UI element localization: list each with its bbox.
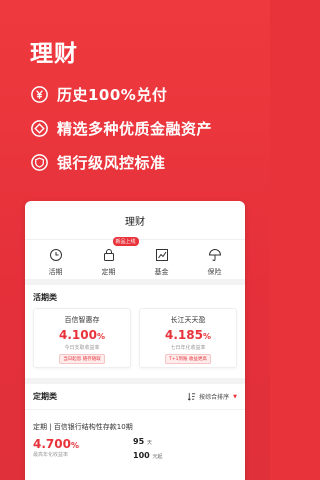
sort-dropdown[interactable]: 按综合排序 ▼	[187, 392, 237, 401]
new-badge: 新品上线	[112, 237, 139, 246]
clock-icon	[49, 249, 62, 261]
feature-label: 银行级风控标准	[57, 154, 166, 172]
app-title: 理财	[125, 216, 145, 228]
product-row-sub: 最高年化收益率 100 元起	[25, 451, 245, 460]
product-rate: 4.700%	[33, 437, 79, 451]
category-label: 基金	[154, 268, 169, 276]
category-bar: 活期 新品上线 定期 基金 保险	[25, 237, 245, 285]
diamond-icon	[30, 119, 49, 138]
card-tag: 当日起息 随存随取	[59, 354, 105, 364]
current-cards: 百信智惠存 4.100% 今日支取收益率 当日起息 随存随取 长江天天盈 4.1…	[25, 308, 245, 368]
sort-icon	[187, 392, 196, 401]
card-name: 长江天天盈	[170, 316, 206, 324]
page-title: 理财	[30, 41, 78, 67]
section-title-current: 活期类	[33, 293, 57, 302]
umbrella-icon	[208, 249, 221, 261]
lock-icon	[103, 249, 114, 261]
product-name[interactable]: 定期 | 百信银行结构性存款10期	[25, 409, 245, 432]
sort-label: 按综合排序	[199, 394, 230, 401]
yuan-icon	[30, 85, 49, 104]
section-title-fixed: 定期类	[33, 392, 57, 401]
caret-down-icon: ▼	[233, 393, 237, 400]
card-tag: T+1到账 收益更高	[165, 354, 211, 364]
card-rate: 4.100%	[59, 328, 105, 342]
product-card[interactable]: 长江天天盈 4.185% 七日年化收益率 T+1到账 收益更高	[139, 308, 237, 368]
category-label: 活期	[48, 268, 63, 276]
card-name: 百信智惠存	[64, 316, 100, 324]
chart-icon	[155, 249, 168, 261]
feature-label: 历史100%兑付	[57, 86, 168, 104]
product-term: 95 天	[133, 437, 152, 446]
category-fixed[interactable]: 新品上线 定期	[89, 237, 139, 279]
product-row[interactable]: 4.700% 95 天	[25, 432, 245, 451]
card-desc: 今日支取收益率	[64, 345, 100, 351]
category-insurance[interactable]: 保险	[195, 240, 235, 279]
category-label: 定期	[101, 268, 116, 276]
feature-label: 精选多种优质金融资产	[57, 120, 213, 138]
feature-item: 银行级风控标准	[30, 152, 166, 173]
feature-item: 历史100%兑付	[30, 84, 167, 105]
fixed-header: 定期类 按综合排序 ▼	[25, 384, 245, 402]
app-preview: 理财 活期 新品上线 定期 基金 保险 活期类 百信智惠存 4.100% 今日支…	[25, 201, 245, 480]
product-card[interactable]: 百信智惠存 4.100% 今日支取收益率 当日起息 随存随取	[33, 308, 131, 368]
product-rate-desc: 最高年化收益率	[33, 452, 69, 458]
category-current[interactable]: 活期	[36, 240, 76, 279]
card-desc: 七日年化收益率	[170, 345, 206, 351]
product-min-amount: 100 元起	[133, 451, 163, 460]
shield-icon	[30, 153, 49, 172]
category-label: 保险	[207, 268, 222, 276]
feature-item: 精选多种优质金融资产	[30, 118, 212, 139]
card-rate: 4.185%	[165, 328, 211, 342]
category-fund[interactable]: 基金	[142, 240, 182, 279]
